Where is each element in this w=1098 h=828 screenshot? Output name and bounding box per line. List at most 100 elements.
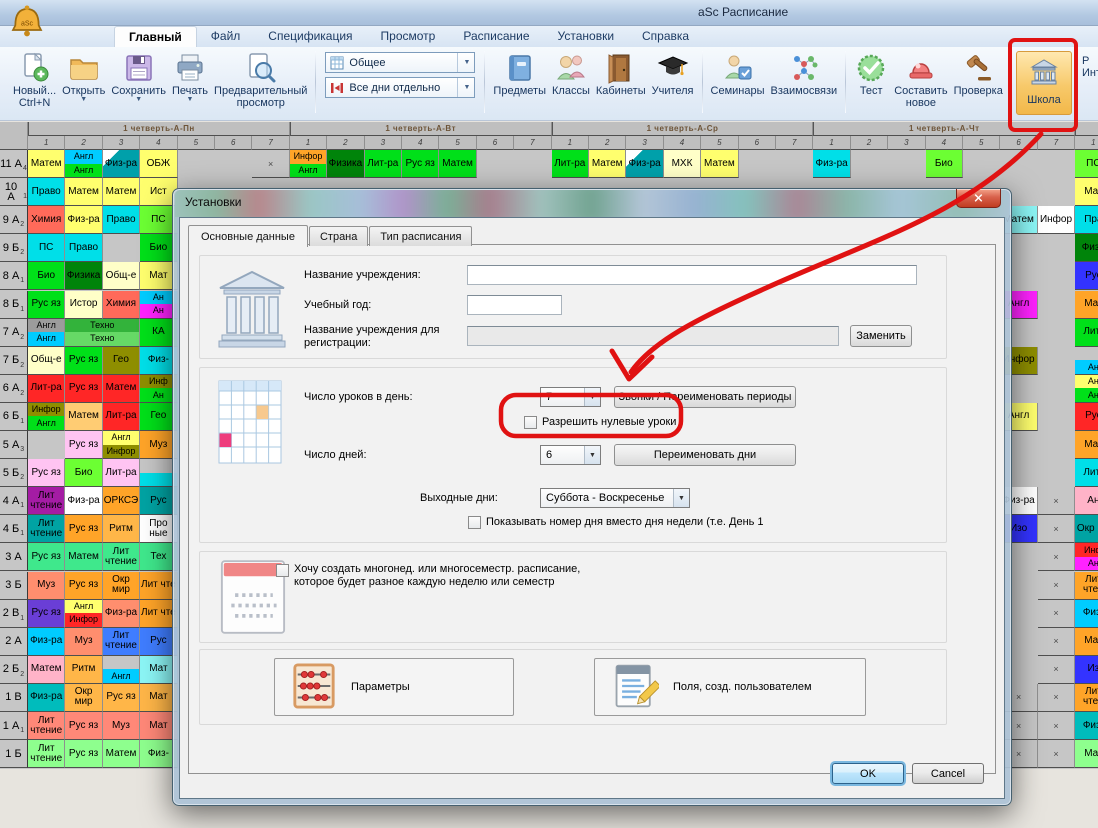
lesson-cell[interactable]: Лит-ра	[103, 459, 140, 487]
menu-tab-Установки[interactable]: Установки	[544, 26, 628, 47]
lesson-cell[interactable]: ×	[252, 150, 289, 178]
lesson-cell[interactable]: ×	[1038, 487, 1075, 515]
lesson-cell[interactable]: ×	[1038, 515, 1075, 543]
institution-input[interactable]	[467, 265, 917, 285]
lesson-cell[interactable]: Окр мир	[103, 572, 140, 600]
dialog-tab-basic-data[interactable]: Основные данные	[188, 225, 308, 247]
lesson-cell[interactable]: Матем	[589, 150, 626, 178]
lesson-cell[interactable]: Муз	[28, 572, 65, 600]
lesson-cell[interactable]: Химия	[28, 206, 65, 234]
lesson-cell[interactable]: ×	[1038, 628, 1075, 656]
lesson-cell[interactable]: ИнфорАнгл	[28, 403, 65, 431]
subjects-button[interactable]: Предметы	[490, 49, 549, 99]
lesson-cell[interactable]: Матем	[28, 150, 65, 178]
lesson-cell[interactable]: Право	[28, 178, 65, 206]
lesson-cell[interactable]: Мат	[1075, 431, 1098, 459]
lesson-cell[interactable]: Инфор	[1038, 206, 1075, 234]
lesson-cell[interactable]: Физ-ра	[65, 206, 102, 234]
lesson-cell[interactable]: Лит-ра	[28, 375, 65, 403]
menu-tab-Справка[interactable]: Справка	[628, 26, 703, 47]
lesson-cell[interactable]: Лит чтение	[28, 712, 65, 740]
weekend-select[interactable]: Суббота - Воскресенье▼	[540, 488, 690, 508]
lesson-cell[interactable]: Лит-ра	[103, 403, 140, 431]
lesson-cell[interactable]: Физика	[65, 262, 102, 290]
lesson-cell[interactable]: Мат	[1075, 178, 1098, 206]
menu-tab-Спецификация[interactable]: Спецификация	[254, 26, 366, 47]
lesson-cell[interactable]: Физ-ра	[103, 600, 140, 628]
lesson-cell[interactable]: Общ-е	[103, 262, 140, 290]
bells-rename-periods-button[interactable]: Звонки / Переименовать периоды	[614, 386, 796, 408]
classes-button[interactable]: Классы	[549, 49, 593, 99]
lesson-cell[interactable]: Муз	[65, 628, 102, 656]
lesson-cell[interactable]: Рус яз	[28, 459, 65, 487]
lesson-cell[interactable]: Био	[926, 150, 963, 178]
lesson-cell[interactable]: Матем	[103, 375, 140, 403]
replace-button[interactable]: Заменить	[850, 325, 912, 347]
lesson-cell[interactable]: ОРКСЭ	[103, 487, 140, 515]
lesson-cell[interactable]: Право	[65, 234, 102, 262]
lesson-cell[interactable]: Физ-ра	[813, 150, 850, 178]
lesson-cell[interactable]: ПС	[1075, 150, 1098, 178]
lesson-cell[interactable]: Право	[103, 206, 140, 234]
test-button[interactable]: Тест	[851, 49, 891, 99]
day-number-checkbox[interactable]	[468, 516, 481, 529]
lesson-cell[interactable]: ПС	[28, 234, 65, 262]
custom-fields-button[interactable]: Поля, созд. пользователем	[594, 658, 866, 716]
lesson-cell[interactable]: ИнфАн	[1075, 543, 1098, 571]
lesson-cell[interactable]: Физ-ра	[103, 150, 140, 178]
preview-button[interactable]: Предварительныйпросмотр	[211, 49, 310, 111]
lesson-cell[interactable]: Рус яз	[402, 150, 439, 178]
ok-button[interactable]: OK	[832, 763, 904, 784]
lesson-cell[interactable]: Окр мир	[65, 684, 102, 712]
lesson-cell[interactable]: Рус	[1075, 262, 1098, 290]
open-button[interactable]: Открыть▼	[59, 49, 108, 105]
lesson-cell[interactable]: Матем	[65, 178, 102, 206]
lesson-cell[interactable]: Матем	[28, 656, 65, 684]
lesson-cell[interactable]: АнглАнгл	[28, 319, 65, 347]
lesson-cell[interactable]: Гео	[103, 347, 140, 375]
generate-new-button[interactable]: Составитьновое	[891, 49, 950, 111]
lesson-cell[interactable]: Рус яз	[65, 740, 102, 768]
lesson-cell[interactable]: Рус яз	[65, 431, 102, 459]
lesson-cell[interactable]: Лит чтение	[103, 628, 140, 656]
dialog-tab-country[interactable]: Страна	[309, 226, 368, 246]
lesson-cell[interactable]: Био	[65, 459, 102, 487]
lesson-cell[interactable]: Истор	[65, 291, 102, 319]
dialog-close-button[interactable]: ×	[956, 189, 1001, 208]
lesson-cell[interactable]: ×	[1038, 543, 1075, 571]
lesson-cell[interactable]: Физ-ра	[28, 684, 65, 712]
days-count-select[interactable]: 6▼	[540, 445, 601, 465]
view-mode-combobox[interactable]: Общее▼	[325, 52, 475, 73]
lesson-cell[interactable]: Физи	[1075, 234, 1098, 262]
lesson-cell[interactable]: Физ-ра	[65, 487, 102, 515]
lesson-cell[interactable]: АнглАнгл	[65, 150, 102, 178]
lesson-cell[interactable]: Ан	[1075, 347, 1098, 375]
lesson-cell[interactable]: Лит чтение	[28, 487, 65, 515]
lesson-cell[interactable]: Общ-е	[28, 347, 65, 375]
save-button[interactable]: Сохранить▼	[108, 49, 169, 105]
lesson-cell[interactable]: Ритм	[103, 515, 140, 543]
lesson-cell[interactable]: Матем	[701, 150, 738, 178]
print-button[interactable]: Печать▼	[169, 49, 211, 105]
lesson-cell[interactable]: Лит чтение	[28, 740, 65, 768]
internet-button-partial[interactable]: Р Инт	[1082, 55, 1098, 79]
lesson-cell[interactable]: ×	[1038, 572, 1075, 600]
lesson-cell[interactable]: ×	[1038, 600, 1075, 628]
teachers-button[interactable]: Учителя	[649, 49, 697, 99]
lesson-cell[interactable]: Лит-ра	[365, 150, 402, 178]
days-mode-combobox[interactable]: Все дни отдельно▼	[325, 77, 475, 98]
menu-tab-Просмотр[interactable]: Просмотр	[367, 26, 450, 47]
lesson-cell[interactable]: Матем	[103, 740, 140, 768]
dialog-tab-schedule-type[interactable]: Тип расписания	[369, 226, 472, 246]
rooms-button[interactable]: Кабинеты	[593, 49, 649, 99]
lesson-cell[interactable]: Физ-	[1075, 712, 1098, 740]
lesson-cell[interactable]: Лит чтение	[28, 515, 65, 543]
lesson-cell[interactable]: Матем	[65, 543, 102, 571]
lesson-cell[interactable]: Рус яз	[65, 347, 102, 375]
lesson-cell[interactable]: Рус яз	[65, 375, 102, 403]
seminars-button[interactable]: Семинары	[708, 49, 768, 99]
lesson-cell[interactable]: Лит чтен	[1075, 572, 1098, 600]
lesson-cell[interactable]: Ан	[1075, 487, 1098, 515]
lesson-cell[interactable]: Физика	[327, 150, 364, 178]
lesson-cell[interactable]: Лит-ра	[552, 150, 589, 178]
